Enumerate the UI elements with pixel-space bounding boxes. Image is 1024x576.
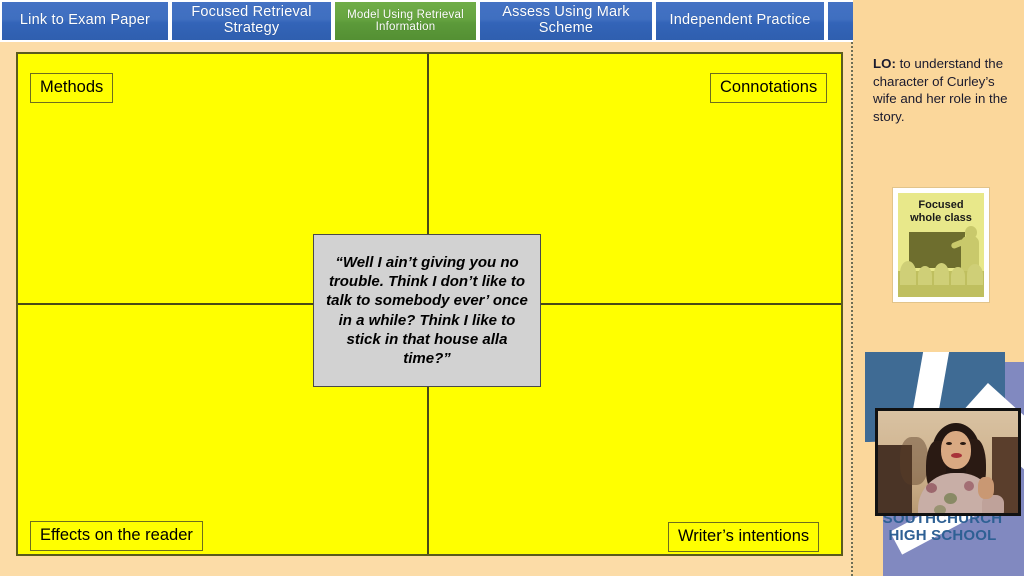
focused-whole-class-label: Focused whole class bbox=[898, 199, 984, 224]
focused-whole-class-illustration: Focused whole class bbox=[898, 193, 984, 297]
video-cast-shadow bbox=[900, 437, 928, 485]
focused-whole-class-label-line1: Focused bbox=[918, 199, 964, 211]
learning-objective-text: LO: to understand the character of Curle… bbox=[873, 55, 1013, 126]
tab-independent-practice[interactable]: Independent Practice bbox=[654, 0, 826, 42]
tab-focused-retrieval-strategy[interactable]: Focused Retrieval Strategy bbox=[170, 0, 333, 42]
dress-floral-pattern bbox=[964, 481, 974, 491]
student-silhouette bbox=[967, 264, 983, 285]
quadrant-label-effects-on-the-reader: Effects on the reader bbox=[30, 521, 203, 551]
whiteboard-shape bbox=[909, 232, 965, 268]
tab-label: Assess Using Mark Scheme bbox=[502, 4, 630, 36]
tab-model-using-retrieval-information[interactable]: Model Using Retrieval Information bbox=[333, 0, 478, 42]
focused-whole-class-label-line2: whole class bbox=[910, 211, 972, 224]
tab-link-to-exam-paper[interactable]: Link to Exam Paper bbox=[0, 0, 170, 42]
tab-label: Model Using Retrieval Information bbox=[347, 8, 464, 33]
focused-whole-class-icon: Focused whole class bbox=[893, 188, 989, 302]
sidebar-dotted-divider bbox=[851, 42, 853, 576]
dress-floral-pattern bbox=[934, 505, 946, 513]
character-lips bbox=[951, 453, 962, 458]
learning-objective-prefix: LO: bbox=[873, 56, 896, 71]
video-still-thumbnail[interactable] bbox=[875, 408, 1021, 516]
quotation-text: “Well I ain’t giving you no trouble. Thi… bbox=[326, 253, 528, 367]
student-silhouette bbox=[900, 261, 916, 285]
character-eye bbox=[960, 442, 966, 445]
quadrant-label-writers-intentions: Writer’s intentions bbox=[668, 522, 820, 552]
dress-floral-pattern bbox=[944, 493, 957, 504]
character-face bbox=[941, 431, 971, 469]
tab-label: Focused Retrieval Strategy bbox=[191, 4, 312, 36]
student-silhouette bbox=[918, 266, 932, 285]
student-silhouette bbox=[934, 263, 949, 285]
school-name-line2: HIGH SCHOOL bbox=[888, 527, 997, 545]
tab-label: Link to Exam Paper bbox=[19, 12, 151, 29]
character-hand bbox=[978, 477, 994, 499]
lesson-sidebar: LO: to understand the character of Curle… bbox=[853, 0, 1024, 576]
student-silhouette bbox=[951, 267, 965, 285]
school-logo-backdrop: SOUTHCHURCH HIGH SCHOOL bbox=[853, 352, 1024, 576]
tab-label: Independent Practice bbox=[669, 12, 811, 29]
character-eye bbox=[946, 442, 952, 445]
quotation-text-box: “Well I ain’t giving you no trouble. Thi… bbox=[313, 234, 541, 387]
quadrant-label-methods: Methods bbox=[30, 73, 114, 103]
tab-assess-using-mark-scheme[interactable]: Assess Using Mark Scheme bbox=[478, 0, 654, 42]
dress-floral-pattern bbox=[926, 483, 937, 493]
quadrant-label-connotations: Connotations bbox=[710, 73, 828, 103]
